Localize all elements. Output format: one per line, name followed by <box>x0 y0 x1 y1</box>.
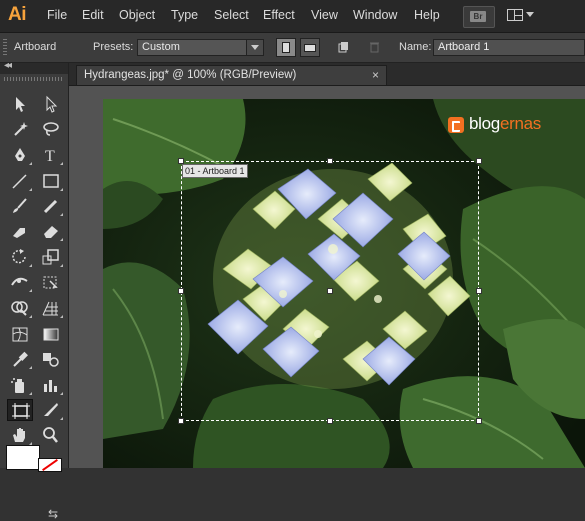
app-logo: Ai <box>8 4 27 25</box>
landscape-orientation-button[interactable] <box>300 38 320 57</box>
rectangle-tool-icon[interactable] <box>38 170 64 192</box>
workspace-switcher-icon[interactable] <box>505 7 535 25</box>
blogger-logo-icon <box>448 117 464 133</box>
bridge-label: Br <box>470 11 486 22</box>
perspective-grid-tool-icon[interactable] <box>38 297 64 319</box>
free-transform-tool-icon[interactable] <box>38 271 64 293</box>
width-tool-icon[interactable] <box>7 271 33 293</box>
bridge-button[interactable]: Br <box>463 6 495 28</box>
direct-selection-tool-icon[interactable] <box>38 93 64 115</box>
stroke-color-swatch[interactable] <box>38 458 62 472</box>
magic-wand-tool-icon[interactable] <box>7 118 33 140</box>
artboard-handle-top-middle[interactable] <box>327 158 333 164</box>
document-tab-title: Hydrangeas.jpg* @ 100% (RGB/Preview) <box>84 69 297 81</box>
artboard-handle-bottom-right[interactable] <box>476 418 482 424</box>
fill-color-swatch[interactable] <box>6 445 40 470</box>
landscape-icon <box>304 44 316 52</box>
presets-label: Presets: <box>93 41 134 53</box>
menu-effect[interactable]: Effect <box>263 8 295 22</box>
gradient-tool-icon[interactable] <box>38 323 64 345</box>
menu-type[interactable]: Type <box>171 8 198 22</box>
portrait-icon <box>282 42 290 53</box>
shape-builder-tool-icon[interactable] <box>7 297 33 319</box>
rotate-tool-icon[interactable] <box>7 246 33 268</box>
artboard-name-field[interactable]: Artboard 1 <box>433 39 585 56</box>
document-tab[interactable]: Hydrangeas.jpg* @ 100% (RGB/Preview) × <box>76 65 387 85</box>
column-graph-tool-icon[interactable] <box>38 374 64 396</box>
panel-grip-icon[interactable] <box>4 77 64 81</box>
menu-select[interactable]: Select <box>214 8 249 22</box>
close-icon[interactable]: × <box>372 68 379 82</box>
artboard-label: 01 - Artboard 1 <box>182 164 248 178</box>
menu-object[interactable]: Object <box>119 8 155 22</box>
pencil-tool-icon[interactable] <box>38 195 64 217</box>
type-tool-icon[interactable]: T <box>38 144 64 166</box>
canvas-area[interactable]: blogernas 01 - Artboard 1 <box>69 86 585 468</box>
blend-tool-icon[interactable] <box>38 348 64 370</box>
presets-value: Custom <box>142 41 180 53</box>
menu-window[interactable]: Window <box>353 8 397 22</box>
artboard-tool-icon[interactable] <box>7 399 33 421</box>
artboard-handle-bottom-middle[interactable] <box>327 418 333 424</box>
blob-brush-tool-icon[interactable] <box>7 220 33 242</box>
zoom-tool-icon[interactable] <box>38 424 64 446</box>
delete-artboard-icon[interactable] <box>369 41 380 53</box>
menu-help[interactable]: Help <box>414 8 440 22</box>
menu-edit[interactable]: Edit <box>82 8 104 22</box>
mesh-tool-icon[interactable] <box>7 323 33 345</box>
tools-panel-header[interactable]: ◂◂ <box>0 60 68 74</box>
artboard-handle-middle-left[interactable] <box>178 288 184 294</box>
chevron-down-icon <box>246 40 263 55</box>
collapse-icon[interactable]: ◂◂ <box>4 60 12 71</box>
artboard-handle-top-right[interactable] <box>476 158 482 164</box>
artboard-handle-bottom-left[interactable] <box>178 418 184 424</box>
lasso-tool-icon[interactable] <box>38 118 64 140</box>
new-artboard-icon[interactable] <box>338 41 349 53</box>
swap-fill-stroke-icon[interactable]: ⇆ <box>48 507 58 521</box>
pen-tool-icon[interactable] <box>7 144 33 166</box>
symbol-sprayer-tool-icon[interactable] <box>7 374 33 396</box>
name-label: Name: <box>399 41 432 53</box>
selection-tool-icon[interactable] <box>7 93 33 115</box>
scale-tool-icon[interactable] <box>38 246 64 268</box>
hand-tool-icon[interactable] <box>7 424 33 446</box>
document-tab-bar: Hydrangeas.jpg* @ 100% (RGB/Preview) × <box>69 63 585 86</box>
svg-text:T: T <box>45 148 55 164</box>
menu-file[interactable]: File <box>47 8 67 22</box>
slice-tool-icon[interactable] <box>38 399 64 421</box>
artboard-handle-top-left[interactable] <box>178 158 184 164</box>
line-segment-tool-icon[interactable] <box>7 170 33 192</box>
control-bar: Artboard Presets: Custom Name: Artboard … <box>0 33 585 63</box>
tools-panel: ◂◂ T ⇆ <box>0 60 69 521</box>
portrait-orientation-button[interactable] <box>276 38 296 57</box>
menu-bar: Ai File Edit Object Type Select Effect V… <box>0 0 585 33</box>
artboard-handle-center[interactable] <box>327 288 333 294</box>
presets-select[interactable]: Custom <box>137 39 264 56</box>
eyedropper-tool-icon[interactable] <box>7 348 33 370</box>
watermark-text: blogernas <box>469 114 541 133</box>
menu-view[interactable]: View <box>311 8 338 22</box>
artboard-handle-middle-right[interactable] <box>476 288 482 294</box>
eraser-tool-icon[interactable] <box>38 220 64 242</box>
panel-grip-icon[interactable] <box>3 39 7 56</box>
paintbrush-tool-icon[interactable] <box>7 195 33 217</box>
tool-name-label: Artboard <box>14 41 57 53</box>
